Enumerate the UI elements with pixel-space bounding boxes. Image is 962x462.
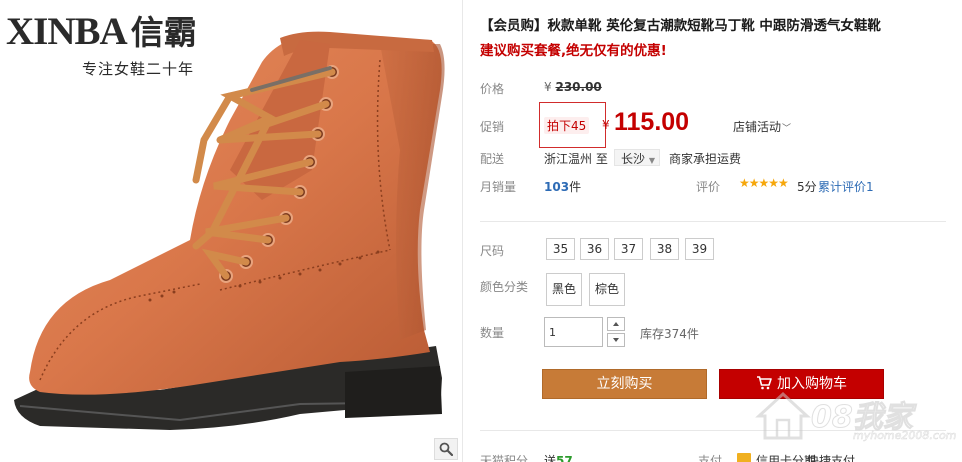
caret-down-icon (613, 338, 619, 342)
quantity-label: 数量 (480, 326, 505, 340)
original-currency: ¥ (544, 80, 552, 94)
points-text: 送 (544, 454, 557, 462)
monthly-sales: 103件 (544, 178, 581, 195)
color-label: 颜色分类 (480, 280, 529, 294)
quantity-decrease-button[interactable] (607, 333, 625, 347)
color-option[interactable]: 黑色 (546, 273, 582, 306)
brand-logo-cn: 信霸 (130, 13, 197, 52)
review-count-link[interactable]: 累计评价1 (818, 178, 874, 195)
shipping-fee: 商家承担运费 (669, 152, 742, 166)
review-label: 评价 (696, 180, 721, 194)
cart-icon (757, 376, 772, 390)
points-number: 57 (556, 454, 573, 462)
magnifier-icon (439, 442, 453, 456)
triangle-down-icon: ▼ (648, 156, 655, 165)
section-divider (480, 221, 946, 222)
quantity-increase-button[interactable] (607, 317, 625, 331)
promo-label: 促销 (480, 120, 505, 134)
brand-slogan: 专注女鞋二十年 (82, 60, 195, 78)
original-price: ¥ 230.00 (544, 80, 602, 94)
size-option[interactable]: 37 (614, 238, 643, 260)
points-label: 天猫积分 (480, 454, 529, 462)
product-title: 【会员购】秋款单靴 英伦复古潮款短靴马丁靴 中跟防滑透气女鞋靴 (480, 18, 881, 34)
size-label: 尺码 (480, 244, 505, 258)
current-currency: ¥ (602, 118, 610, 132)
shop-activity-dropdown[interactable]: 店铺活动﹀ (733, 118, 791, 135)
section-divider (480, 430, 946, 431)
caret-up-icon (613, 322, 619, 326)
color-option[interactable]: 棕色 (589, 273, 625, 306)
rating-stars-icon: ★★★★★ (739, 176, 789, 190)
size-option[interactable]: 38 (650, 238, 679, 260)
size-option[interactable]: 39 (685, 238, 714, 260)
buy-now-button[interactable]: 立刻购买 (542, 369, 707, 399)
shipping-label: 配送 (480, 152, 505, 166)
shipping-destination-select[interactable]: 长沙 ▼ (614, 149, 660, 166)
size-option[interactable]: 35 (546, 238, 575, 260)
review-score: 5分 (797, 180, 817, 194)
payment-express[interactable]: 快捷支付 (807, 452, 855, 462)
price-label: 价格 (480, 82, 505, 96)
quantity-input[interactable] (544, 317, 603, 347)
product-image-pane: XINBA 信霸 专注女鞋二十年 (0, 0, 462, 462)
credit-card-icon (737, 453, 751, 462)
product-photo (14, 31, 445, 430)
brand-logo: XINBA 信霸 (6, 12, 197, 51)
points-value: 送57 (544, 452, 573, 462)
product-info-pane: 【会员购】秋款单靴 英伦复古潮款短靴马丁靴 中跟防滑透气女鞋靴 建议购买套餐,绝… (462, 0, 962, 462)
monthly-sales-unit: 件 (569, 180, 582, 194)
shipping-destination-value: 长沙 (621, 152, 646, 166)
zoom-button[interactable] (434, 438, 458, 460)
shipping-from: 浙江温州 至 (544, 152, 608, 166)
add-to-cart-button[interactable]: 加入购物车 (719, 369, 884, 399)
current-price: 115.00 (614, 108, 690, 136)
monthly-sales-count: 103 (544, 180, 570, 194)
promo-tag: 拍下45 (544, 117, 590, 134)
monthly-sales-label: 月销量 (480, 180, 517, 194)
product-subtitle: 建议购买套餐,绝无仅有的优惠! (480, 43, 667, 59)
brand-logo-text: XINBA (6, 10, 128, 53)
chevron-down-icon: ﹀ (782, 124, 792, 134)
shop-activity-label: 店铺活动 (733, 120, 782, 134)
stock-count: 库存374件 (640, 327, 699, 341)
add-to-cart-label: 加入购物车 (777, 376, 847, 392)
payment-label: 支付 (698, 454, 723, 462)
original-price-value: 230.00 (555, 80, 602, 94)
size-option[interactable]: 36 (580, 238, 609, 260)
